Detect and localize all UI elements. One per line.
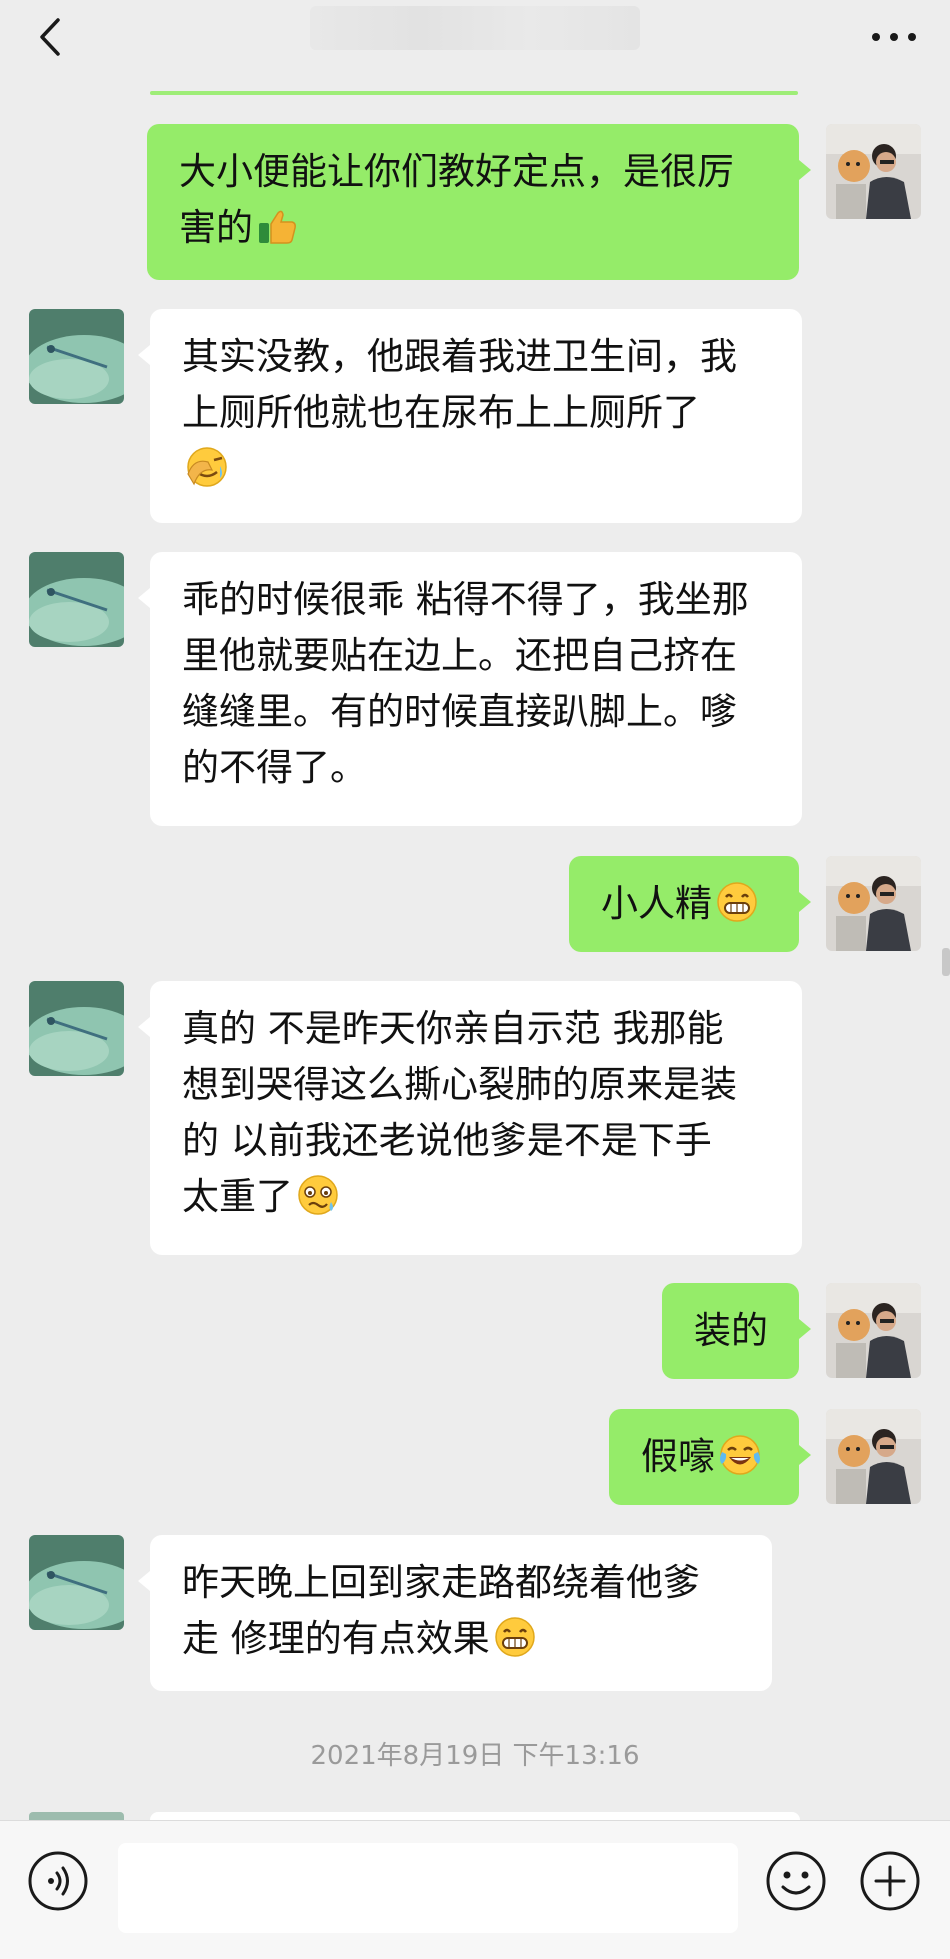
contact-avatar[interactable]: [29, 981, 124, 1076]
woozy-face-icon: [295, 1172, 341, 1234]
grin-icon: [492, 1614, 538, 1676]
contact-avatar[interactable]: [29, 552, 124, 647]
contact-avatar[interactable]: [29, 309, 124, 404]
grin-icon: [714, 879, 760, 941]
ellipsis-icon[interactable]: [864, 20, 924, 54]
smiley-icon[interactable]: [764, 1849, 828, 1913]
my-avatar[interactable]: [826, 856, 921, 951]
my-avatar[interactable]: [826, 124, 921, 219]
plus-icon[interactable]: [858, 1849, 922, 1913]
message-bubble-contact[interactable]: 乖的时候很乖 粘得不得了，我坐那 里他就要贴在边上。还把自己挤在 缝缝里。有的时…: [138, 552, 802, 826]
scrollbar-thumb[interactable]: [942, 948, 950, 976]
message-bubble-mine[interactable]: 装的: [662, 1283, 811, 1379]
chat-title-blurred: [310, 6, 640, 50]
message-input[interactable]: [118, 1843, 738, 1933]
message-timestamp: 2021年8月19日 下午13:16: [310, 1741, 640, 1771]
title-bar: [0, 0, 950, 95]
facepalm-icon: [184, 444, 230, 506]
message-bubble-contact[interactable]: 其实没教，他跟着我进卫生间，我 上厕所他就也在尿布上上厕所了: [138, 309, 802, 523]
previous-message-edge: [150, 91, 798, 95]
message-bubble-mine[interactable]: 假嚎: [609, 1409, 811, 1505]
message-bubble-mine[interactable]: 大小便能让你们教好定点，是很厉 害的: [147, 124, 811, 280]
my-avatar[interactable]: [826, 1283, 921, 1378]
message-bubble-partial: [150, 1812, 800, 1820]
message-bubble-mine[interactable]: 小人精: [569, 856, 811, 952]
my-avatar[interactable]: [826, 1409, 921, 1504]
voice-icon[interactable]: [26, 1849, 90, 1913]
thumbs-up-icon: [255, 205, 299, 265]
chevron-left-icon[interactable]: [30, 14, 76, 60]
contact-avatar[interactable]: [29, 1535, 124, 1630]
message-bubble-contact[interactable]: 昨天晚上回到家走路都绕着他爹 走 修理的有点效果: [138, 1535, 772, 1691]
tears-of-joy-icon: [717, 1432, 763, 1494]
input-bar: [0, 1820, 950, 1959]
message-bubble-contact[interactable]: 真的 不是昨天你亲自示范 我那能 想到哭得这么撕心裂肺的原来是装 的 以前我还老…: [138, 981, 802, 1255]
contact-avatar-partial: [29, 1812, 124, 1820]
chat-area[interactable]: 大小便能让你们教好定点，是很厉 害的 其实没教，他跟着我进卫生间，我 上厕所他就…: [0, 0, 950, 1959]
